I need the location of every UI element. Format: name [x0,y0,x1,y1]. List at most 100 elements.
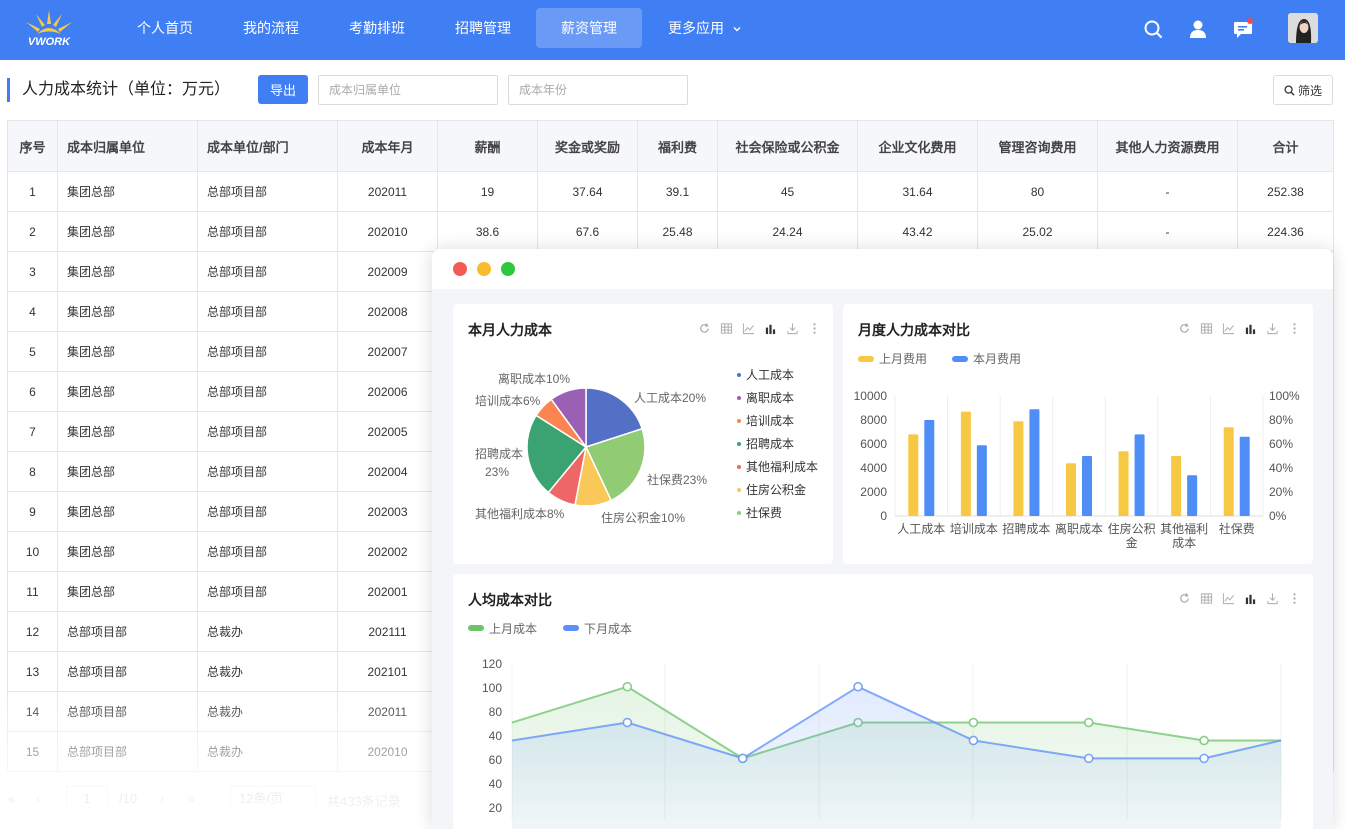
table-cell: 37.64 [537,171,638,212]
legend-item[interactable]: 上月成本 [489,622,537,636]
export-button[interactable]: 导出 [258,75,308,104]
legend-item[interactable]: 上月费用 [879,352,927,366]
bar[interactable] [1134,434,1145,516]
table-cell: 14 [7,691,58,732]
data-point[interactable] [622,681,633,692]
nav-more-apps[interactable]: 更多应用 [660,8,746,48]
table-cell: 252.38 [1237,171,1334,212]
table-cell: 67.6 [537,211,638,252]
bar[interactable] [1187,475,1198,516]
column-header[interactable]: 企业文化费用 [857,120,978,172]
data-point[interactable] [1199,735,1209,746]
message-icon[interactable] [1232,18,1254,40]
y-tick-label: 6000 [860,437,887,451]
bar[interactable] [1066,463,1076,516]
nav-attendance[interactable]: 考勤排班 [340,8,414,48]
table-cell: 25.48 [637,211,718,252]
legend-item[interactable]: 社保费 [746,505,782,520]
bar[interactable] [1239,436,1250,516]
table-cell: 224.36 [1237,211,1334,252]
pie-chart-card: 本月人力成本 人工成本20% 社保费23% 住房公积金10% 其他福利成本8% 招聘成本… [453,304,833,564]
bar[interactable] [1029,409,1040,516]
legend-item[interactable]: 本月费用 [973,352,1021,366]
table-row[interactable]: 2 集团总部 总部项目部 202010 38.6 67.6 25.48 24.24 43.42 2… [7,211,1334,252]
table-cell: 45 [717,171,858,212]
legend-item[interactable]: 离职成本 [746,390,794,405]
close-window-button[interactable] [453,262,467,276]
y2-tick-label: 40% [1269,461,1293,475]
minimize-window-button[interactable] [477,262,491,276]
data-point[interactable] [1083,753,1094,764]
last-page-icon[interactable]: » [188,791,195,806]
maximize-window-button[interactable] [501,262,515,276]
column-header[interactable]: 薪酬 [437,120,538,172]
next-page-icon[interactable]: › [160,791,164,806]
column-header[interactable]: 其他人力资源费用 [1097,120,1238,172]
page-number-input[interactable]: 1 [66,786,108,812]
data-point[interactable] [737,753,748,764]
prev-page-icon[interactable]: ‹ [36,791,40,806]
table-cell: 总部项目部 [57,731,198,772]
table-cell: 总部项目部 [197,331,338,372]
y-tick-label: 100 [482,681,502,695]
filter-button[interactable]: 筛选 [1273,75,1333,105]
bar[interactable] [960,411,971,516]
column-header[interactable]: 合计 [1237,120,1334,172]
table-cell: 202004 [337,451,438,492]
legend-item[interactable]: 下月成本 [584,622,632,636]
bar[interactable] [1223,427,1234,516]
legend-item[interactable]: 人工成本 [746,368,794,382]
nav-recruitment[interactable]: 招聘管理 [446,8,520,48]
column-header[interactable]: 序号 [7,120,58,172]
column-header[interactable]: 成本单位/部门 [197,120,338,172]
column-header[interactable]: 福利费 [637,120,718,172]
nav-home[interactable]: 个人首页 [128,8,202,48]
cost-year-input[interactable] [508,75,688,105]
first-page-icon[interactable]: « [8,791,15,806]
nav-salary[interactable]: 薪资管理 [536,8,642,48]
table-cell: 10 [7,531,58,572]
bar[interactable] [1082,456,1092,516]
table-header-row: 序号 成本归属单位 成本单位/部门 成本年月 薪酬 奖金或奖励 福利费 社会保险或公积金 企业文… [7,120,1334,172]
y-tick-label: 60 [489,753,503,767]
bar[interactable] [976,445,987,516]
legend-item[interactable]: 培训成本 [746,413,794,428]
avatar[interactable] [1288,13,1318,43]
column-header[interactable]: 管理咨询费用 [977,120,1098,172]
cost-unit-input[interactable] [318,75,498,105]
column-header[interactable]: 奖金或奖励 [537,120,638,172]
column-header[interactable]: 社会保险或公积金 [717,120,858,172]
legend-item[interactable]: 住房公积金 [746,482,806,497]
y2-tick-label: 80% [1269,413,1293,427]
x-tick-label: 离职成本 [1055,521,1103,536]
y-tick-label: 40 [489,729,503,743]
column-header[interactable]: 成本归属单位 [57,120,198,172]
legend-item[interactable]: 招聘成本 [746,437,794,451]
data-point[interactable] [1199,753,1209,764]
nav-my-process[interactable]: 我的流程 [234,8,308,48]
data-point[interactable] [968,735,979,746]
bar[interactable] [1118,451,1129,516]
table-row[interactable]: 1 集团总部 总部项目部 202011 19 37.64 39.1 45 31.64 80-252… [7,171,1334,212]
data-point[interactable] [622,717,633,728]
legend-item[interactable]: 其他福利成本 [746,459,818,474]
table-cell: 总部项目部 [197,571,338,612]
data-point[interactable] [1083,717,1094,728]
table-cell: 总裁办 [197,731,338,772]
bar[interactable] [908,434,919,516]
column-header[interactable]: 成本年月 [337,120,438,172]
page-size-select[interactable]: 12条/页 [230,786,316,812]
table-cell: 3 [7,251,58,292]
user-icon[interactable] [1187,18,1209,40]
bar[interactable] [1013,421,1024,516]
vwork-logo[interactable]: VWORK [20,8,78,50]
data-point[interactable] [968,717,979,728]
legend-marker [737,488,741,492]
y2-tick-label: 0% [1269,509,1287,523]
table-cell: 11 [7,571,58,612]
data-point[interactable] [853,681,863,692]
bar[interactable] [924,420,935,516]
search-icon[interactable] [1142,18,1164,40]
y-tick-label: 120 [482,657,502,671]
bar[interactable] [1171,456,1182,516]
